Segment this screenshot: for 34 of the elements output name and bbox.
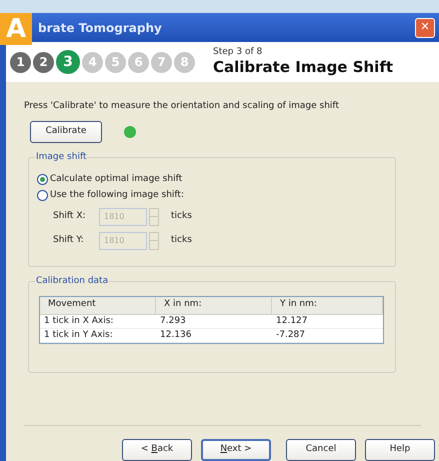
column-header[interactable]: X in nm: xyxy=(156,296,272,314)
dialog-button[interactable]: Next > xyxy=(201,439,271,461)
step-title: Calibrate Image Shift xyxy=(213,58,394,77)
step-indicator: 3 xyxy=(56,50,80,74)
table-cell-text: -7.287 xyxy=(275,328,306,342)
radio-option[interactable]: Use the following image shift: xyxy=(37,188,387,204)
instruction-text: Press 'Calibrate' to measure the orientation and scaling of image shift xyxy=(24,100,340,113)
column-header[interactable]: Y in nm: xyxy=(272,296,383,314)
calibrate-button[interactable]: Calibrate xyxy=(30,120,102,142)
radio-option[interactable]: Calculate optimal image shift xyxy=(37,172,387,188)
dialog-button[interactable]: < Back xyxy=(122,439,192,461)
table-cell-text: 1 tick in Y Axis: xyxy=(43,328,114,342)
table-cell-text: 7.293 xyxy=(159,314,187,328)
unit-label: ticks xyxy=(171,234,192,247)
step-indicator: 2 xyxy=(33,52,54,72)
table-cell-text: 12.127 xyxy=(275,314,308,328)
radio-label: Calculate optimal image shift xyxy=(50,172,182,186)
radio-button[interactable] xyxy=(37,174,48,185)
step-caption: Step 3 of 8 xyxy=(213,47,264,58)
window-title: brate Tomography xyxy=(38,20,163,36)
dialog-button[interactable]: Help xyxy=(365,439,435,461)
table-cell-text: 12.136 xyxy=(159,328,192,342)
close-button[interactable]: ✕ xyxy=(415,18,435,38)
field-label: Shift Y: xyxy=(53,234,85,247)
step-indicator: 1 xyxy=(10,52,31,72)
field-label: Shift X: xyxy=(53,210,87,223)
radio-label: Use the following image shift: xyxy=(50,188,184,202)
column-header[interactable]: Movement xyxy=(40,296,156,314)
radio-button[interactable] xyxy=(37,190,48,201)
dialog-button[interactable]: Cancel xyxy=(286,439,356,461)
table-cell-text: 1 tick in X Axis: xyxy=(43,314,114,328)
unit-label: ticks xyxy=(171,210,192,223)
panel-label: A xyxy=(0,13,32,45)
group-title: Image shift xyxy=(35,150,88,164)
